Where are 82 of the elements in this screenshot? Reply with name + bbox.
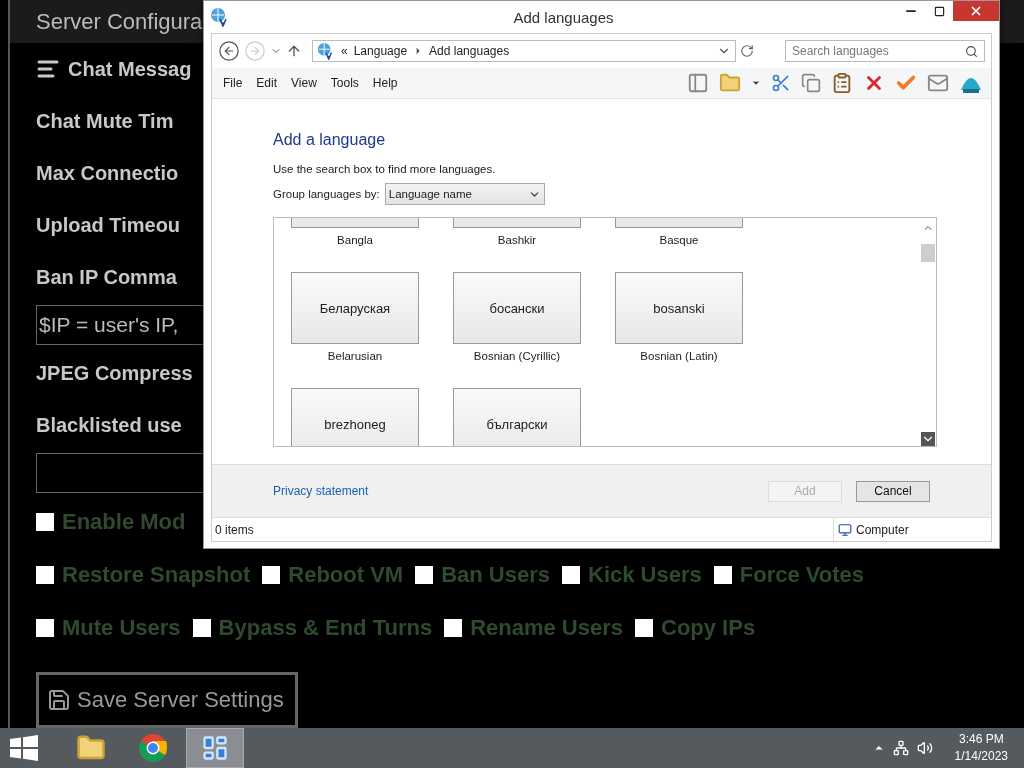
checkbox[interactable] [36,565,54,584]
control-panel-icon [201,734,229,762]
dropdown-icon[interactable] [751,78,761,88]
field-label: Max Connectio [36,161,179,185]
checkbox-label: Copy IPs [661,614,756,641]
language-name: Bashkir [497,234,537,246]
computer-icon [838,522,852,537]
language-tile[interactable]: български [453,388,581,446]
field-label: Blacklisted use [36,413,182,437]
pane-icon[interactable] [687,72,709,94]
up-button[interactable] [286,43,302,59]
language-name: Basque [659,234,699,246]
overflow-mark[interactable]: « [341,44,348,58]
status-location: Computer [856,522,909,537]
checkbox[interactable] [36,512,54,531]
close-icon [969,4,983,18]
language-tile[interactable]: brezhoneg [291,388,419,446]
checkbox[interactable] [713,565,732,584]
checkbox-label: Kick Users [588,561,702,588]
refresh-button[interactable] [740,44,754,58]
dialog-button[interactable]: Cancel [856,480,930,502]
taskbar-app[interactable] [186,728,244,768]
checkbox-label: Force Votes [739,561,865,588]
save-icon [47,688,71,712]
language-icon [317,42,335,60]
checkbox-label: Enable Mod [62,508,186,535]
field-label: JPEG Compress [36,361,193,385]
privacy-link[interactable]: Privacy statement [273,484,369,498]
section-heading: Chat Messag [68,57,192,81]
group-select[interactable]: Language name [384,183,545,205]
language-name: Bosnian (Cyrillic) [473,350,561,362]
cut-icon[interactable] [771,73,791,93]
browser-icon [138,733,168,763]
language-tile[interactable]: bosanski [615,272,743,344]
copy-icon[interactable] [801,73,821,93]
status-text: 0 items [215,522,254,537]
checkbox-label: Rename Users [470,614,623,641]
network-icon[interactable] [892,740,909,756]
menu-item[interactable]: File [216,76,250,90]
scroll-thumb[interactable] [921,244,935,262]
volume-icon[interactable] [916,740,933,756]
language-name: Belarusian [327,350,383,362]
menu-item[interactable]: Tools [323,76,366,90]
checkbox-label: Reboot VM [288,561,404,588]
field-label: Ban IP Comma [36,265,177,289]
language-icon [210,7,230,27]
windows-logo-icon[interactable] [10,735,38,761]
menu-item[interactable]: View [284,76,324,90]
checkbox-label: Restore Snapshot [62,561,251,588]
checkbox[interactable] [444,618,463,637]
checkbox[interactable] [635,618,653,637]
clock[interactable]: 3:46 PM 1/14/2023 [954,731,1008,765]
group-label: Group languages by: [273,188,380,200]
address-bar[interactable]: « Language Add languages [312,40,736,62]
checkbox-label: Mute Users [62,614,181,641]
window-title: Add languages [512,8,615,26]
hint-text: Use the search box to find more languages. [273,163,497,175]
checkbox-label: Bypass & End Turns [218,614,433,641]
search-icon [965,44,978,58]
menu-item[interactable]: Help [365,76,405,90]
field-label: Upload Timeou [36,213,181,237]
language-tile[interactable]: босански [453,272,581,344]
breadcrumb-item[interactable]: Language [353,44,408,58]
menu-item[interactable]: Edit [249,76,285,90]
checkbox[interactable] [192,618,211,637]
checkbox[interactable] [262,565,281,584]
back-button[interactable] [218,40,240,62]
save-button[interactable]: Save Server Settings [36,672,298,728]
language-tile[interactable]: Беларуская [291,272,419,344]
checkbox[interactable] [415,565,434,584]
checkbox[interactable] [36,618,54,637]
dialog-heading: Add a language [273,131,387,149]
checkbox-label: Ban Users [441,561,550,588]
scroll-down-icon[interactable] [921,432,935,446]
paste-icon[interactable] [831,72,853,94]
language-name: Bosnian (Latin) [640,350,718,362]
maximize-icon [933,5,945,17]
breadcrumb-item[interactable]: Add languages [429,44,510,58]
field-label: Chat Mute Tim [36,109,174,133]
search-field[interactable]: Search languages [785,40,985,62]
language-name: Bangla [337,234,373,246]
checkbox[interactable] [562,565,580,584]
